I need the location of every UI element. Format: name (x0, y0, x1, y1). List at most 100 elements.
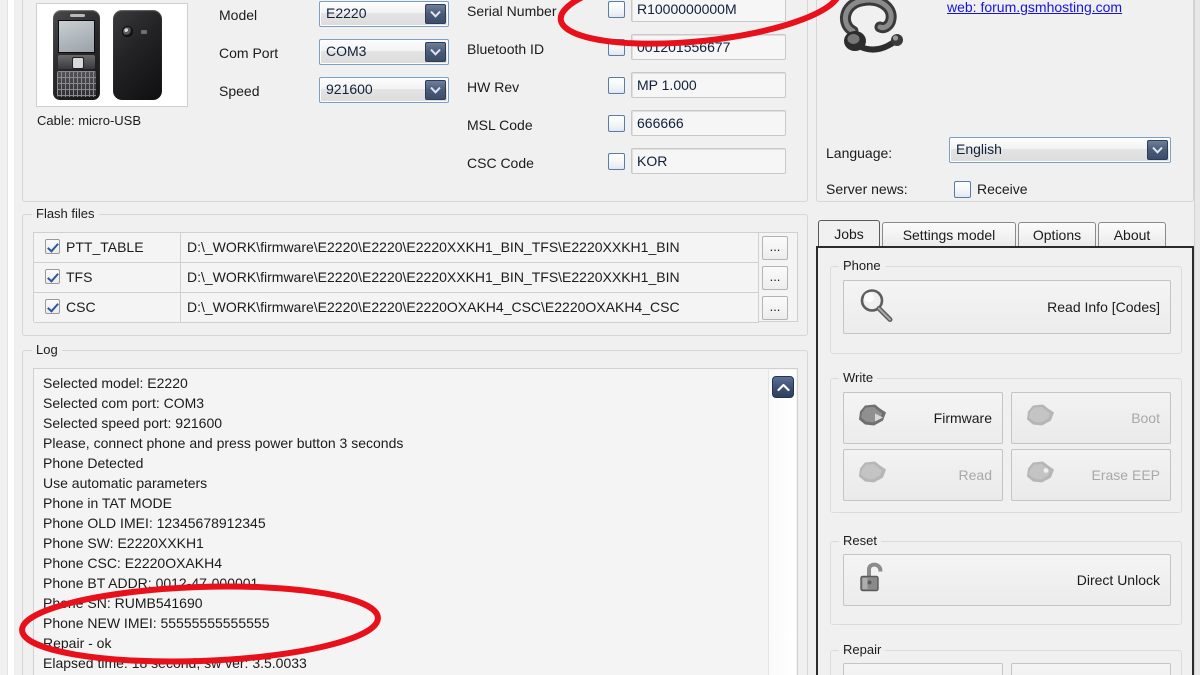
field-checkbox-serial-number[interactable] (608, 1, 625, 18)
chevron-down-icon[interactable] (1147, 140, 1168, 160)
read-info-codes-button[interactable]: Read Info [Codes] (843, 280, 1171, 334)
model-combo-value: E2220 (326, 5, 367, 21)
erase-eep-button[interactable]: Erase EEP (1011, 449, 1171, 501)
jobs-group-repair: Repair (830, 642, 1182, 675)
log-scrollbar[interactable] (768, 370, 796, 675)
field-checkbox-csc-code[interactable] (608, 153, 625, 170)
field-label-csc-code: CSC Code (467, 155, 534, 171)
speed-combo[interactable]: 921600 (319, 77, 449, 103)
flash-row-checkbox-tfs[interactable] (45, 269, 60, 284)
write-read-button[interactable]: Read (843, 449, 1003, 501)
table-row[interactable]: PTT_TABLE D:\_WORK\firmware\E2220\E2220\… (34, 233, 799, 263)
chip-icon (1024, 403, 1058, 434)
model-combo[interactable]: E2220 (319, 1, 449, 27)
repair-button-2[interactable] (1011, 663, 1171, 675)
log-line: Phone SN: RUMB541690 (43, 595, 203, 611)
magnifier-icon (856, 287, 896, 328)
browse-button-tfs[interactable]: ... (762, 266, 788, 290)
speed-label: Speed (219, 83, 260, 99)
language-label: Language: (826, 145, 893, 161)
browse-button-ptt-table[interactable]: ... (762, 236, 788, 260)
field-input-csc-code[interactable]: KOR (631, 148, 786, 174)
chevron-up-icon[interactable] (772, 376, 794, 398)
direct-unlock-label: Direct Unlock (1076, 572, 1160, 588)
field-label-hw-rev: HW Rev (467, 79, 520, 95)
flash-row-path-cell[interactable]: D:\_WORK\firmware\E2220\E2220\E2220XXKH1… (181, 263, 759, 293)
chevron-down-icon[interactable] (425, 42, 446, 62)
app-window: Cable: micro-USB Model E2220 Com Port CO… (0, 0, 1200, 675)
tab-about[interactable]: About (1098, 222, 1166, 246)
window-right-border (1194, 0, 1200, 675)
table-row[interactable]: CSC D:\_WORK\firmware\E2220\E2220\E2220O… (34, 293, 799, 323)
field-value-msl-code: 666666 (637, 115, 684, 131)
flash-row-path-ptt-table: D:\_WORK\firmware\E2220\E2220\E2220XXKH1… (187, 239, 680, 255)
phone-front-view (53, 10, 100, 100)
field-input-msl-code[interactable]: 666666 (631, 110, 786, 136)
headset-icon (840, 0, 903, 53)
phone-keyboard (57, 71, 96, 97)
write-boot-button[interactable]: Boot (1011, 392, 1171, 444)
log-line: Phone CSC: E2220OXAKH4 (43, 555, 222, 571)
chip-icon (856, 460, 890, 491)
chip-icon (1024, 460, 1058, 491)
log-line: Repair - ok (43, 635, 112, 651)
flash-files-table: PTT_TABLE D:\_WORK\firmware\E2220\E2220\… (33, 232, 799, 323)
browse-button-csc[interactable]: ... (762, 296, 788, 320)
receive-checkbox[interactable] (954, 181, 971, 198)
flash-files-panel: Flash files PTT_TABLE D:\_WORK\firmware\… (22, 206, 808, 336)
write-firmware-button[interactable]: Firmware (843, 392, 1003, 444)
flash-row-name-cell: CSC (34, 293, 181, 323)
flash-row-path-cell[interactable]: D:\_WORK\firmware\E2220\E2220\E2220OXAKH… (181, 293, 759, 323)
log-line: Phone Detected (43, 455, 144, 471)
chevron-down-icon[interactable] (425, 80, 446, 100)
field-checkbox-hw-rev[interactable] (608, 77, 625, 94)
write-read-label: Read (958, 467, 992, 483)
jobs-group-write: Write Firmware Boot Read Erase EEP (830, 370, 1182, 513)
field-checkbox-bluetooth-id[interactable] (608, 39, 625, 56)
field-value-bluetooth-id: 001201556677 (637, 39, 731, 55)
flash-row-path-cell[interactable]: D:\_WORK\firmware\E2220\E2220\E2220XXKH1… (181, 233, 759, 263)
log-line: Selected model: E2220 (43, 375, 188, 391)
flash-row-checkbox-ptt-table[interactable] (45, 239, 60, 254)
field-label-serial-number: Serial Number (467, 3, 557, 19)
flash-row-name-cell: PTT_TABLE (34, 233, 181, 263)
comport-combo[interactable]: COM3 (319, 39, 449, 65)
chevron-down-icon[interactable] (425, 4, 446, 24)
log-line: Phone OLD IMEI: 12345678912345 (43, 515, 266, 531)
field-checkbox-msl-code[interactable] (608, 115, 625, 132)
flash-row-checkbox-csc[interactable] (45, 299, 60, 314)
open-padlock-icon (856, 560, 892, 601)
flash-row-name-cell: TFS (34, 263, 181, 293)
support-panel: icq: Z3X Sales web: www.z3x-team.com web… (816, 0, 1194, 202)
flash-row-label-csc: CSC (66, 299, 96, 315)
comport-combo-value: COM3 (326, 43, 367, 59)
phone-speaker (69, 14, 85, 17)
repair-button-1[interactable] (843, 663, 1003, 675)
tab-settings-model[interactable]: Settings model (882, 222, 1016, 246)
log-line: Phone BT ADDR: 0012-47-000001 (43, 575, 259, 591)
write-firmware-label: Firmware (933, 410, 992, 426)
field-input-hw-rev[interactable]: MP 1.000 (631, 72, 786, 98)
jobs-group-phone: Phone Read Info [Codes] (830, 258, 1182, 354)
phone-screen (58, 20, 95, 53)
log-textarea[interactable]: Selected model: E2220 Selected com port:… (33, 368, 798, 675)
log-line: Phone in TAT MODE (43, 495, 172, 511)
field-input-serial-number[interactable]: R1000000000M (631, 0, 786, 22)
read-info-codes-label: Read Info [Codes] (1047, 299, 1160, 315)
field-value-hw-rev: MP 1.000 (637, 77, 697, 93)
phone-preview-image (36, 3, 188, 107)
field-input-bluetooth-id[interactable]: 001201556677 (631, 34, 786, 60)
window-left-border (0, 0, 8, 675)
phone-navpad (58, 55, 95, 69)
field-label-bluetooth-id: Bluetooth ID (467, 41, 545, 57)
phone-back-view (113, 10, 162, 100)
log-line: Please, connect phone and press power bu… (43, 435, 404, 451)
tab-body-jobs: Phone Read Info [Codes] Write Firmware B… (816, 246, 1194, 675)
table-row[interactable]: TFS D:\_WORK\firmware\E2220\E2220\E2220X… (34, 263, 799, 293)
tab-jobs[interactable]: Jobs (818, 220, 880, 246)
language-combo[interactable]: English (949, 137, 1171, 163)
field-value-csc-code: KOR (637, 153, 668, 169)
tab-options[interactable]: Options (1018, 222, 1096, 246)
support-link-web-forum[interactable]: web: forum.gsmhosting.com (947, 0, 1122, 15)
direct-unlock-button[interactable]: Direct Unlock (843, 554, 1171, 606)
